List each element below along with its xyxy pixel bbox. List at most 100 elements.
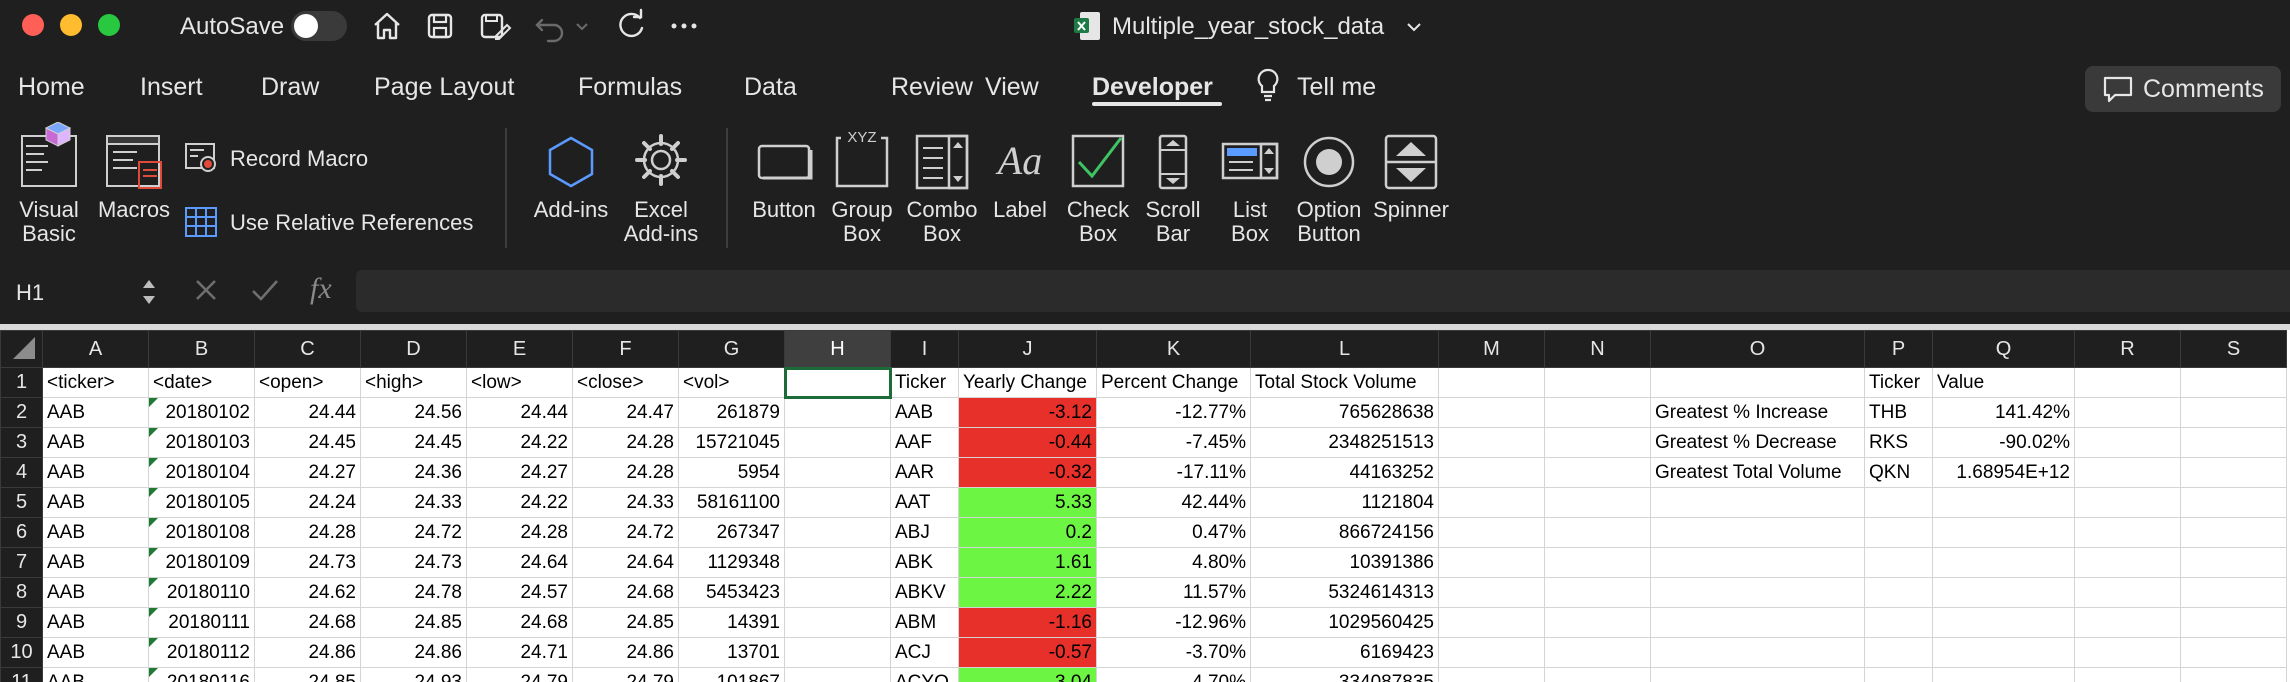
cell-h7[interactable] bbox=[784, 547, 891, 578]
cell-d5[interactable]: 24.33 bbox=[360, 487, 467, 518]
undo-icon[interactable] bbox=[532, 8, 568, 44]
cell-i1[interactable]: Ticker bbox=[890, 367, 959, 398]
row-header[interactable]: 5 bbox=[0, 487, 43, 518]
cell-a11[interactable]: AAB bbox=[42, 667, 149, 682]
cell-o7[interactable] bbox=[1650, 547, 1865, 578]
cell-b5[interactable]: 20180105 bbox=[148, 487, 255, 518]
row-header[interactable]: 3 bbox=[0, 427, 43, 458]
cell-h10[interactable] bbox=[784, 637, 891, 668]
cell-q2[interactable]: 141.42% bbox=[1932, 397, 2075, 428]
group-box-button[interactable]: XYZ Group Box bbox=[824, 122, 900, 246]
cell-a3[interactable]: AAB bbox=[42, 427, 149, 458]
cell-h6[interactable] bbox=[784, 517, 891, 548]
cell-n11[interactable] bbox=[1544, 667, 1651, 682]
cell-l5[interactable]: 1121804 bbox=[1250, 487, 1439, 518]
tab-page-layout[interactable]: Page Layout bbox=[374, 73, 514, 102]
cell-p11[interactable] bbox=[1864, 667, 1933, 682]
cell-j10[interactable]: -0.57 bbox=[958, 637, 1097, 668]
cell-r5[interactable] bbox=[2074, 487, 2181, 518]
cell-c8[interactable]: 24.62 bbox=[254, 577, 361, 608]
cell-m8[interactable] bbox=[1438, 577, 1545, 608]
cell-r1[interactable] bbox=[2074, 367, 2181, 398]
cell-s2[interactable] bbox=[2180, 397, 2287, 428]
cell-a10[interactable]: AAB bbox=[42, 637, 149, 668]
cell-n5[interactable] bbox=[1544, 487, 1651, 518]
cell-a5[interactable]: AAB bbox=[42, 487, 149, 518]
cell-h2[interactable] bbox=[784, 397, 891, 428]
cell-o9[interactable] bbox=[1650, 607, 1865, 638]
cell-c1[interactable]: <open> bbox=[254, 367, 361, 398]
cell-m9[interactable] bbox=[1438, 607, 1545, 638]
minimize-window-button[interactable] bbox=[60, 14, 82, 36]
file-name[interactable]: Multiple_year_stock_data bbox=[1112, 13, 1384, 41]
cell-c3[interactable]: 24.45 bbox=[254, 427, 361, 458]
cell-d8[interactable]: 24.78 bbox=[360, 577, 467, 608]
cell-f8[interactable]: 24.68 bbox=[572, 577, 679, 608]
cell-f2[interactable]: 24.47 bbox=[572, 397, 679, 428]
cell-j4[interactable]: -0.32 bbox=[958, 457, 1097, 488]
option-button-button[interactable]: Option Button bbox=[1290, 122, 1368, 246]
cell-c2[interactable]: 24.44 bbox=[254, 397, 361, 428]
cell-d10[interactable]: 24.86 bbox=[360, 637, 467, 668]
tab-formulas[interactable]: Formulas bbox=[578, 73, 682, 102]
cell-g11[interactable]: 101867 bbox=[678, 667, 785, 682]
cell-f5[interactable]: 24.33 bbox=[572, 487, 679, 518]
tab-insert[interactable]: Insert bbox=[140, 73, 203, 102]
cell-i4[interactable]: AAR bbox=[890, 457, 959, 488]
cell-s11[interactable] bbox=[2180, 667, 2287, 682]
cell-c9[interactable]: 24.68 bbox=[254, 607, 361, 638]
cell-p4[interactable]: QKN bbox=[1864, 457, 1933, 488]
cell-n7[interactable] bbox=[1544, 547, 1651, 578]
cell-o3[interactable]: Greatest % Decrease bbox=[1650, 427, 1865, 458]
excel-add-ins-button[interactable]: Excel Add-ins bbox=[616, 122, 706, 246]
cell-e8[interactable]: 24.57 bbox=[466, 577, 573, 608]
cell-q1[interactable]: Value bbox=[1932, 367, 2075, 398]
cell-d2[interactable]: 24.56 bbox=[360, 397, 467, 428]
cell-j2[interactable]: -3.12 bbox=[958, 397, 1097, 428]
record-macro-button[interactable]: Record Macro bbox=[184, 142, 414, 176]
row-header[interactable]: 10 bbox=[0, 637, 43, 668]
tab-home[interactable]: Home bbox=[18, 73, 85, 102]
column-header-f[interactable]: F bbox=[572, 330, 679, 368]
column-header-d[interactable]: D bbox=[360, 330, 467, 368]
cell-k5[interactable]: 42.44% bbox=[1096, 487, 1251, 518]
cell-j9[interactable]: -1.16 bbox=[958, 607, 1097, 638]
undo-dropdown-chevron-icon[interactable] bbox=[574, 8, 590, 44]
cell-o2[interactable]: Greatest % Increase bbox=[1650, 397, 1865, 428]
cell-c5[interactable]: 24.24 bbox=[254, 487, 361, 518]
autosave-toggle[interactable] bbox=[291, 11, 347, 41]
cell-q9[interactable] bbox=[1932, 607, 2075, 638]
cell-l7[interactable]: 10391386 bbox=[1250, 547, 1439, 578]
cell-p3[interactable]: RKS bbox=[1864, 427, 1933, 458]
row-header[interactable]: 6 bbox=[0, 517, 43, 548]
cell-r4[interactable] bbox=[2074, 457, 2181, 488]
column-header-r[interactable]: R bbox=[2074, 330, 2181, 368]
save-as-icon[interactable] bbox=[476, 8, 512, 44]
cell-k3[interactable]: -7.45% bbox=[1096, 427, 1251, 458]
cell-o1[interactable] bbox=[1650, 367, 1865, 398]
row-header[interactable]: 7 bbox=[0, 547, 43, 578]
cell-d9[interactable]: 24.85 bbox=[360, 607, 467, 638]
cell-b11[interactable]: 20180116 bbox=[148, 667, 255, 682]
confirm-formula-icon[interactable] bbox=[250, 276, 280, 312]
row-header[interactable]: 1 bbox=[0, 367, 43, 398]
cancel-formula-icon[interactable] bbox=[192, 276, 220, 312]
list-box-button[interactable]: List Box bbox=[1214, 122, 1286, 246]
formula-input[interactable] bbox=[356, 270, 2290, 312]
cell-s8[interactable] bbox=[2180, 577, 2287, 608]
cell-f1[interactable]: <close> bbox=[572, 367, 679, 398]
cell-k9[interactable]: -12.96% bbox=[1096, 607, 1251, 638]
cell-i2[interactable]: AAB bbox=[890, 397, 959, 428]
cell-k11[interactable]: 4.70% bbox=[1096, 667, 1251, 682]
cell-j7[interactable]: 1.61 bbox=[958, 547, 1097, 578]
cell-o4[interactable]: Greatest Total Volume bbox=[1650, 457, 1865, 488]
visual-basic-button[interactable]: Visual Basic bbox=[14, 122, 84, 246]
cell-c4[interactable]: 24.27 bbox=[254, 457, 361, 488]
cell-e4[interactable]: 24.27 bbox=[466, 457, 573, 488]
cell-j5[interactable]: 5.33 bbox=[958, 487, 1097, 518]
cell-j1[interactable]: Yearly Change bbox=[958, 367, 1097, 398]
row-header[interactable]: 2 bbox=[0, 397, 43, 428]
cell-r2[interactable] bbox=[2074, 397, 2181, 428]
cell-k4[interactable]: -17.11% bbox=[1096, 457, 1251, 488]
cell-g9[interactable]: 14391 bbox=[678, 607, 785, 638]
